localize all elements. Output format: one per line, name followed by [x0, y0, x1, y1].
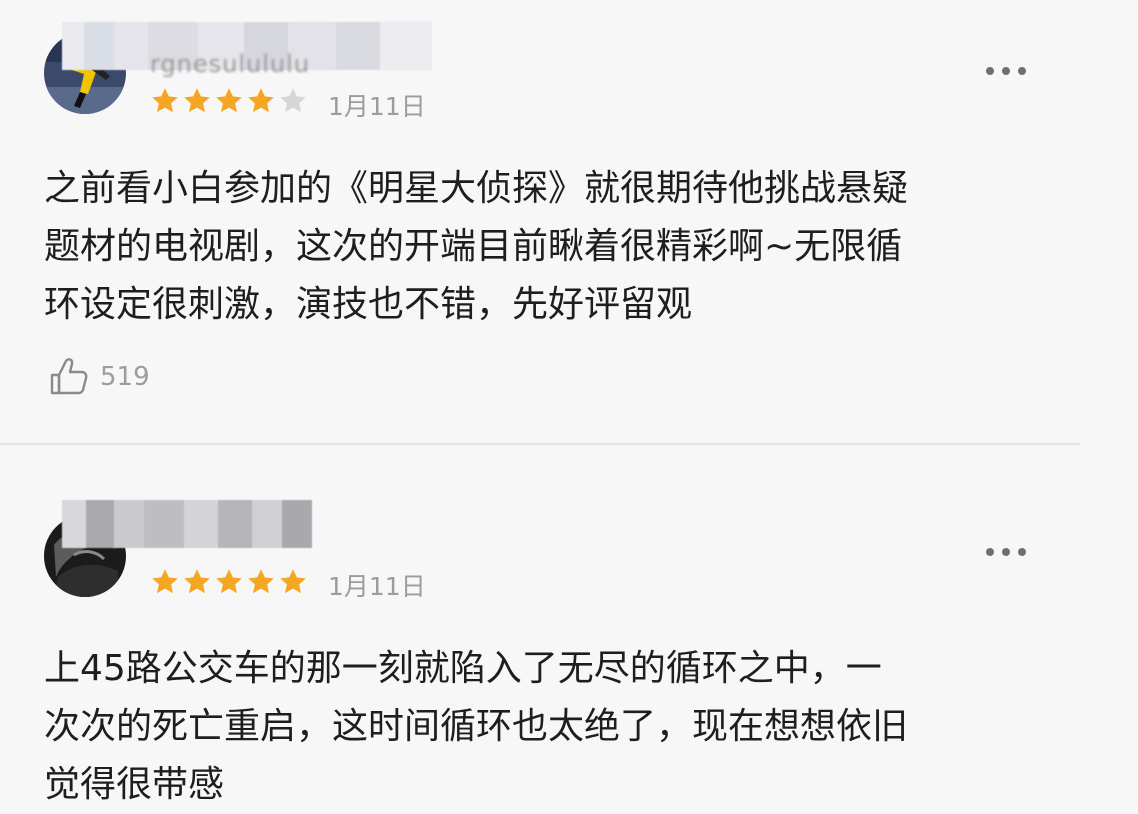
star-icon	[248, 569, 274, 594]
more-dots-icon[interactable]	[986, 547, 1026, 557]
more-dots-icon[interactable]	[986, 66, 1026, 76]
review-text: 之前看小白参加的《明星大侦探》就很期待他挑战悬疑 题材的电视剧，这次的开端目前瞅…	[44, 160, 1044, 334]
review-text-line: 次次的死亡重启，这时间循环也太绝了，现在想想依旧	[44, 706, 909, 747]
user-avatar[interactable]	[44, 515, 126, 597]
star-icon	[184, 88, 210, 113]
review-text-line: 环设定很刺激，演技也不错，先好评留观	[44, 284, 693, 325]
review-text-line: 题材的电视剧，这次的开端目前瞅着很精彩啊~无限循	[44, 226, 903, 267]
review-text-line: 上45路公交车的那一刻就陷入了无尽的循环之中，一	[44, 648, 882, 689]
like-count: 519	[100, 362, 150, 392]
review-date: 1月11日	[328, 572, 426, 601]
thumbs-up-icon	[46, 355, 90, 399]
star-icon	[280, 88, 306, 113]
star-icon	[216, 88, 242, 113]
like-button[interactable]: 519	[46, 355, 150, 399]
review-text-line: 觉得很带感	[44, 764, 225, 805]
star-icon	[152, 569, 178, 594]
star-icon	[184, 569, 210, 594]
username[interactable]: rgnesulululu	[150, 50, 310, 78]
star-icon	[248, 88, 274, 113]
star-icon	[152, 88, 178, 113]
star-rating	[150, 567, 308, 597]
review-date: 1月11日	[328, 92, 426, 121]
review-text-line: 之前看小白参加的《明星大侦探》就很期待他挑战悬疑	[44, 168, 909, 209]
divider	[0, 443, 1080, 445]
review-text: 上45路公交车的那一刻就陷入了无尽的循环之中，一 次次的死亡重启，这时间循环也太…	[44, 640, 1044, 814]
star-icon	[280, 569, 306, 594]
star-rating	[150, 86, 308, 116]
star-icon	[216, 569, 242, 594]
review-card-1: rgnesulululu 1月11日 之前看小白参加的《明星大侦探》就很期待他挑…	[0, 0, 1138, 444]
